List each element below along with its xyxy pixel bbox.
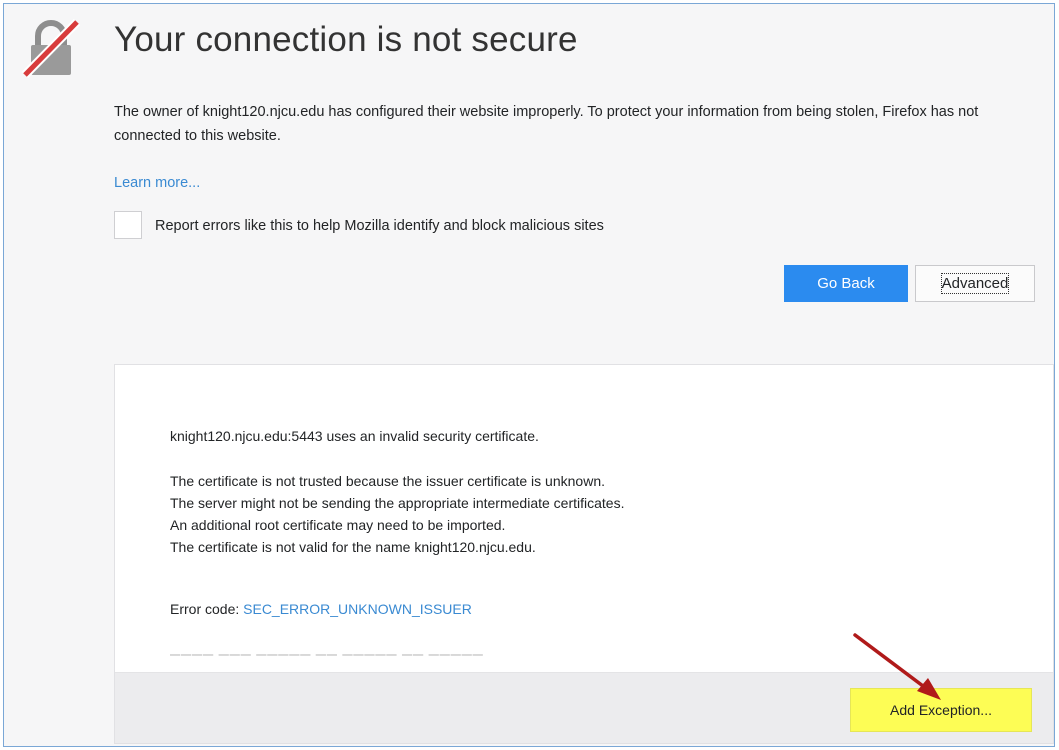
report-errors-checkbox[interactable] bbox=[114, 211, 142, 239]
report-errors-label: Report errors like this to help Mozilla … bbox=[155, 218, 604, 234]
certificate-detail-line: The certificate is not valid for the nam… bbox=[170, 539, 536, 555]
error-page: Your connection is not secure The owner … bbox=[3, 3, 1055, 747]
annotation-arrow-icon bbox=[853, 633, 941, 700]
certificate-detail-line: An additional root certificate may need … bbox=[170, 517, 506, 533]
broken-lock-icon bbox=[22, 18, 80, 78]
advanced-button-label: Advanced bbox=[940, 273, 1010, 294]
go-back-button[interactable]: Go Back bbox=[784, 265, 908, 302]
error-code-link[interactable]: SEC_ERROR_UNKNOWN_ISSUER bbox=[243, 601, 472, 617]
page-title: Your connection is not secure bbox=[114, 20, 578, 59]
certificate-details: The certificate is not trusted because t… bbox=[170, 470, 624, 558]
certificate-detail-line: The server might not be sending the appr… bbox=[170, 495, 625, 511]
learn-more-link[interactable]: Learn more... bbox=[114, 175, 200, 191]
advanced-button[interactable]: Advanced bbox=[915, 265, 1035, 302]
certificate-host-message: knight120.njcu.edu:5443 uses an invalid … bbox=[170, 428, 539, 444]
error-code-label: Error code: bbox=[170, 601, 244, 617]
error-code-line: Error code: SEC_ERROR_UNKNOWN_ISSUER bbox=[170, 601, 472, 617]
intro-text: The owner of knight120.njcu.edu has conf… bbox=[114, 104, 979, 144]
certificate-detail-line: The certificate is not trusted because t… bbox=[170, 473, 605, 489]
faded-text: ▔▔▔▔ ▔▔▔ ▔▔▔▔▔ ▔▔ ▔▔▔▔▔ ▔▔ ▔▔▔▔▔ bbox=[170, 654, 484, 664]
